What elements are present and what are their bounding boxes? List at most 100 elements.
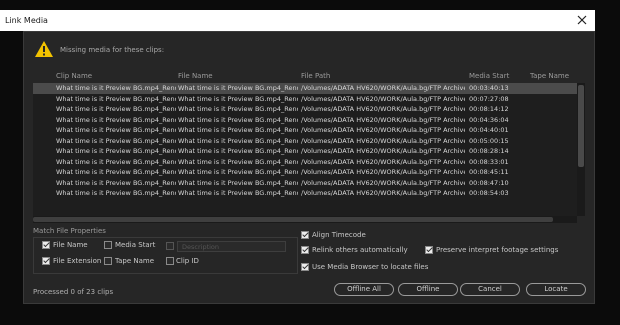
col-clip-name[interactable]: Clip Name bbox=[56, 72, 92, 80]
file-name-cell: What time is it Preview BG.mp4_Render bbox=[178, 157, 298, 166]
media-start-cell: 00:08:14:12 bbox=[469, 105, 509, 113]
locate-button[interactable]: Locate bbox=[526, 283, 586, 296]
file-name-cell: What time is it Preview BG.mp4_Render bbox=[178, 94, 298, 103]
clip-name-cell: What time is it Preview BG.mp4_Render bbox=[56, 178, 176, 187]
match-properties-title: Match File Properties bbox=[33, 227, 106, 235]
col-tape-name[interactable]: Tape Name bbox=[530, 72, 569, 80]
media-start-cell: 00:04:36:04 bbox=[469, 115, 509, 124]
dialog-body: Missing media for these clips: Clip Name… bbox=[23, 31, 595, 304]
media-start-cell: 00:08:28:14 bbox=[469, 147, 509, 155]
table-row[interactable]: What time is it Preview BG.mp4_Render Wha… bbox=[33, 146, 577, 157]
description-label: Description bbox=[182, 243, 220, 251]
tape-name-label: Tape Name bbox=[115, 257, 155, 265]
col-file-name[interactable]: File Name bbox=[178, 72, 213, 80]
file-name-cell: What time is it Preview BG.mp4_Render bbox=[178, 168, 298, 176]
title-bar: Link Media bbox=[0, 10, 595, 31]
align-timecode-label: Align Timecode bbox=[312, 231, 366, 239]
clip-name-cell: What time is it Preview BG.mp4_Render bbox=[56, 157, 176, 166]
tape-name-cell bbox=[530, 188, 575, 199]
cancel-button[interactable]: Cancel bbox=[460, 283, 520, 296]
warning-icon bbox=[35, 41, 53, 57]
vertical-scrollbar[interactable] bbox=[577, 83, 585, 216]
table-rows: What time is it Preview BG.mp4_Render Wha… bbox=[33, 83, 577, 216]
vertical-scroll-thumb[interactable] bbox=[578, 85, 584, 167]
missing-media-message: Missing media for these clips: bbox=[60, 46, 165, 54]
file-path-cell: /Volumes/ADATA HV620/WORK/Aula.bg/FTP Ar… bbox=[301, 94, 465, 103]
file-name-cell: What time is it Preview BG.mp4_Render bbox=[178, 84, 298, 92]
col-media-start[interactable]: Media Start bbox=[469, 72, 509, 80]
close-icon[interactable] bbox=[575, 13, 589, 27]
media-start-cell: 00:08:45:11 bbox=[469, 168, 509, 176]
table-row[interactable]: What time is it Preview BG.mp4_Render Wha… bbox=[33, 136, 577, 147]
col-file-path[interactable]: File Path bbox=[301, 72, 330, 80]
table-row[interactable]: What time is it Preview BG.mp4_Render Wha… bbox=[33, 125, 577, 136]
tape-name-cell bbox=[530, 104, 575, 115]
clips-table: Clip Name File Name File Path Media Star… bbox=[33, 71, 577, 216]
relink-others-checkbox[interactable] bbox=[301, 246, 309, 254]
use-media-browser-label: Use Media Browser to locate files bbox=[312, 263, 429, 271]
table-row[interactable]: What time is it Preview BG.mp4_Render Wha… bbox=[33, 83, 577, 94]
clip-name-cell: What time is it Preview BG.mp4_Render bbox=[56, 136, 176, 145]
offline-all-button[interactable]: Offline All bbox=[334, 283, 394, 296]
clip-name-cell: What time is it Preview BG.mp4_Render bbox=[56, 94, 176, 103]
tape-name-cell bbox=[530, 178, 575, 189]
file-path-cell: /Volumes/ADATA HV620/WORK/Aula.bg/FTP Ar… bbox=[301, 157, 465, 166]
tape-name-cell bbox=[530, 125, 575, 136]
file-name-label: File Name bbox=[53, 241, 88, 249]
file-path-cell: /Volumes/ADATA HV620/WORK/Aula.bg/FTP Ar… bbox=[301, 115, 465, 124]
clip-name-cell: What time is it Preview BG.mp4_Render bbox=[56, 105, 176, 113]
clip-name-cell: What time is it Preview BG.mp4_Render bbox=[56, 84, 176, 92]
align-timecode-checkbox[interactable] bbox=[301, 231, 309, 239]
tape-name-cell bbox=[530, 157, 575, 168]
file-name-cell: What time is it Preview BG.mp4_Render bbox=[178, 178, 298, 187]
clip-name-cell: What time is it Preview BG.mp4_Render bbox=[56, 189, 176, 197]
file-name-checkbox[interactable] bbox=[42, 241, 50, 249]
description-checkbox[interactable] bbox=[166, 242, 174, 250]
file-name-cell: What time is it Preview BG.mp4_Render bbox=[178, 136, 298, 145]
horizontal-scroll-thumb[interactable] bbox=[33, 217, 553, 222]
relink-others-label: Relink others automatically bbox=[312, 246, 408, 254]
tape-name-cell bbox=[530, 146, 575, 157]
media-start-label: Media Start bbox=[115, 241, 156, 249]
table-row[interactable]: What time is it Preview BG.mp4_Render Wha… bbox=[33, 188, 577, 199]
media-start-cell: 00:08:33:01 bbox=[469, 157, 509, 166]
tape-name-cell bbox=[530, 94, 575, 105]
media-start-cell: 00:03:40:13 bbox=[469, 84, 509, 92]
file-path-cell: /Volumes/ADATA HV620/WORK/Aula.bg/FTP Ar… bbox=[301, 126, 465, 134]
preserve-interpret-checkbox[interactable] bbox=[425, 246, 433, 254]
window-title: Link Media bbox=[5, 16, 48, 25]
media-start-checkbox[interactable] bbox=[104, 241, 112, 249]
media-start-cell: 00:08:47:10 bbox=[469, 178, 509, 187]
tape-name-checkbox[interactable] bbox=[104, 257, 112, 265]
table-row[interactable]: What time is it Preview BG.mp4_Render Wha… bbox=[33, 94, 577, 105]
clip-id-checkbox[interactable] bbox=[166, 257, 174, 265]
file-path-cell: /Volumes/ADATA HV620/WORK/Aula.bg/FTP Ar… bbox=[301, 178, 465, 187]
clip-name-cell: What time is it Preview BG.mp4_Render bbox=[56, 168, 176, 176]
file-path-cell: /Volumes/ADATA HV620/WORK/Aula.bg/FTP Ar… bbox=[301, 189, 465, 197]
table-row[interactable]: What time is it Preview BG.mp4_Render Wha… bbox=[33, 115, 577, 126]
file-name-cell: What time is it Preview BG.mp4_Render bbox=[178, 189, 298, 197]
table-row[interactable]: What time is it Preview BG.mp4_Render Wha… bbox=[33, 167, 577, 178]
description-field: Description bbox=[177, 241, 286, 252]
horizontal-scrollbar[interactable] bbox=[33, 216, 577, 223]
media-start-cell: 00:04:40:01 bbox=[469, 126, 509, 134]
tape-name-cell bbox=[530, 167, 575, 178]
clip-name-cell: What time is it Preview BG.mp4_Render bbox=[56, 147, 176, 155]
file-extension-checkbox[interactable] bbox=[42, 257, 50, 265]
table-row[interactable]: What time is it Preview BG.mp4_Render Wha… bbox=[33, 104, 577, 115]
tape-name-cell bbox=[530, 83, 575, 94]
file-path-cell: /Volumes/ADATA HV620/WORK/Aula.bg/FTP Ar… bbox=[301, 136, 465, 145]
table-row[interactable]: What time is it Preview BG.mp4_Render Wha… bbox=[33, 178, 577, 189]
tape-name-cell bbox=[530, 115, 575, 126]
media-start-cell: 00:07:27:08 bbox=[469, 94, 509, 103]
clip-id-label: Clip ID bbox=[176, 257, 199, 265]
preserve-interpret-label: Preserve interpret footage settings bbox=[436, 246, 559, 254]
offline-button[interactable]: Offline bbox=[398, 283, 458, 296]
file-path-cell: /Volumes/ADATA HV620/WORK/Aula.bg/FTP Ar… bbox=[301, 105, 465, 113]
clip-name-cell: What time is it Preview BG.mp4_Render bbox=[56, 126, 176, 134]
use-media-browser-checkbox[interactable] bbox=[301, 263, 309, 271]
file-path-cell: /Volumes/ADATA HV620/WORK/Aula.bg/FTP Ar… bbox=[301, 147, 465, 155]
media-start-cell: 00:05:00:15 bbox=[469, 136, 509, 145]
table-row[interactable]: What time is it Preview BG.mp4_Render Wha… bbox=[33, 157, 577, 168]
media-start-cell: 00:08:54:03 bbox=[469, 189, 509, 197]
